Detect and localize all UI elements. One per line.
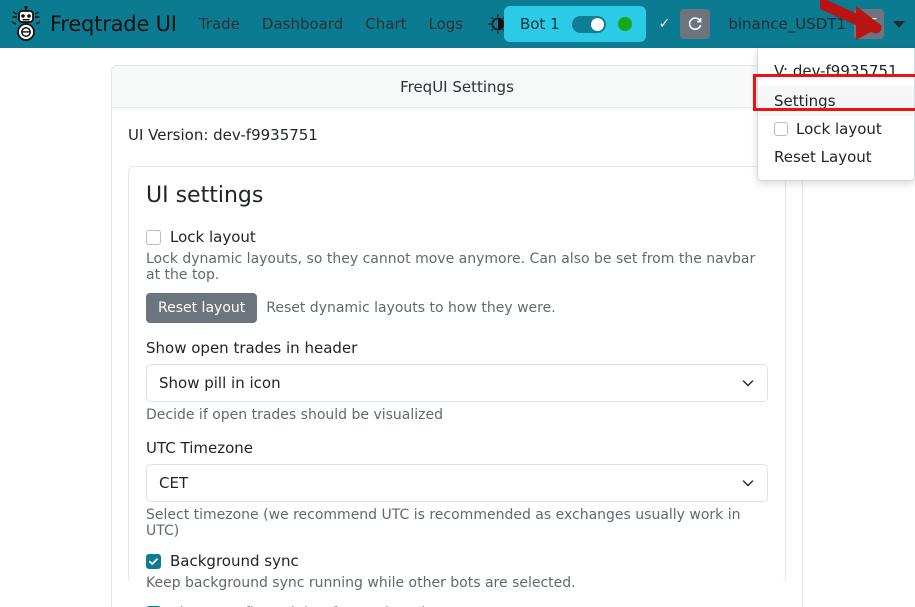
reload-icon — [687, 16, 703, 32]
nav-link-chart[interactable]: Chart — [365, 15, 406, 33]
bot-selector[interactable]: Bot 1 — [504, 6, 646, 42]
lock-layout-label: Lock layout — [170, 228, 256, 246]
exchange-label: binance_USDT1 — [728, 15, 846, 33]
chevron-down-icon — [741, 376, 755, 390]
dropdown-item-settings[interactable]: Settings — [758, 86, 914, 116]
toggle-knob — [591, 18, 604, 31]
chevron-down-icon — [741, 476, 755, 490]
status-indicator-dot — [618, 17, 632, 31]
dropdown-lock-layout-label: Lock layout — [796, 120, 882, 138]
ui-settings-box: UI settings Lock layout Lock dynamic lay… — [128, 166, 786, 584]
field-reset-layout: Reset layout Reset dynamic layouts to ho… — [146, 293, 768, 323]
background-sync-label: Background sync — [170, 552, 299, 570]
brand[interactable]: Freqtrade UI — [10, 4, 177, 44]
ui-settings-heading: UI settings — [146, 183, 768, 208]
field-background-sync: Background sync Keep background sync run… — [146, 552, 768, 591]
timezone-value: CET — [159, 474, 188, 492]
nav-link-logs[interactable]: Logs — [429, 15, 464, 33]
ui-version-text: UI Version: dev-f9935751 — [128, 126, 786, 144]
check-icon: ✓ — [659, 16, 671, 32]
dropdown-item-reset-layout[interactable]: Reset Layout — [758, 142, 914, 172]
app-root: Freqtrade UI Trade Dashboard Chart Logs … — [0, 0, 915, 607]
lock-layout-checkbox[interactable] — [774, 122, 788, 136]
open-trades-select[interactable]: Show pill in icon — [146, 364, 768, 402]
background-sync-row[interactable]: Background sync — [146, 552, 768, 570]
reset-layout-button[interactable]: Reset layout — [146, 293, 257, 323]
dropdown-version-label: V: dev-f9935751 — [758, 56, 914, 86]
reset-layout-help: Reset dynamic layouts to how they were. — [266, 300, 555, 316]
lock-layout-help: Lock dynamic layouts, so they cannot mov… — [146, 251, 768, 283]
robot-icon — [10, 4, 42, 44]
reload-button[interactable] — [680, 9, 710, 39]
avatar-btn[interactable]: FT — [854, 9, 884, 39]
nav-link-trade[interactable]: Trade — [199, 15, 240, 33]
lock-layout-checkbox[interactable] — [146, 230, 161, 245]
lock-layout-row[interactable]: Lock layout — [146, 228, 768, 246]
nav-link-dashboard[interactable]: Dashboard — [262, 15, 343, 33]
brand-title: Freqtrade UI — [50, 12, 177, 36]
timezone-select[interactable]: CET — [146, 464, 768, 502]
open-trades-value: Show pill in icon — [159, 374, 281, 392]
background-sync-help: Keep background sync running while other… — [146, 575, 768, 591]
background-sync-checkbox[interactable] — [146, 554, 161, 569]
chevron-down-icon[interactable] — [893, 21, 905, 28]
bot-name: Bot 1 — [520, 15, 560, 33]
navbar: Freqtrade UI Trade Dashboard Chart Logs … — [0, 0, 915, 48]
page-title: FreqUI Settings — [400, 78, 514, 96]
field-lock-layout: Lock layout Lock dynamic layouts, so the… — [146, 228, 768, 283]
settings-page-container: FreqUI Settings UI Version: dev-f9935751… — [111, 65, 803, 607]
dropdown-item-lock-layout[interactable]: Lock layout — [758, 116, 914, 142]
bot-toggle-switch[interactable] — [572, 16, 606, 33]
navbar-right: Bot 1 ✓ binance_USDT1 FT — [504, 0, 915, 48]
timezone-label: UTC Timezone — [146, 439, 768, 457]
timezone-help: Select timezone (we recommend UTC is rec… — [146, 507, 768, 539]
user-dropdown-menu: V: dev-f9935751 Settings Lock layout Res… — [757, 48, 915, 181]
open-trades-help: Decide if open trades should be visualiz… — [146, 407, 768, 423]
card-body: UI Version: dev-f9935751 UI settings Loc… — [112, 108, 802, 584]
open-trades-label: Show open trades in header — [146, 339, 768, 357]
nav-links: Trade Dashboard Chart Logs — [199, 15, 463, 33]
card-header: FreqUI Settings — [112, 66, 802, 108]
